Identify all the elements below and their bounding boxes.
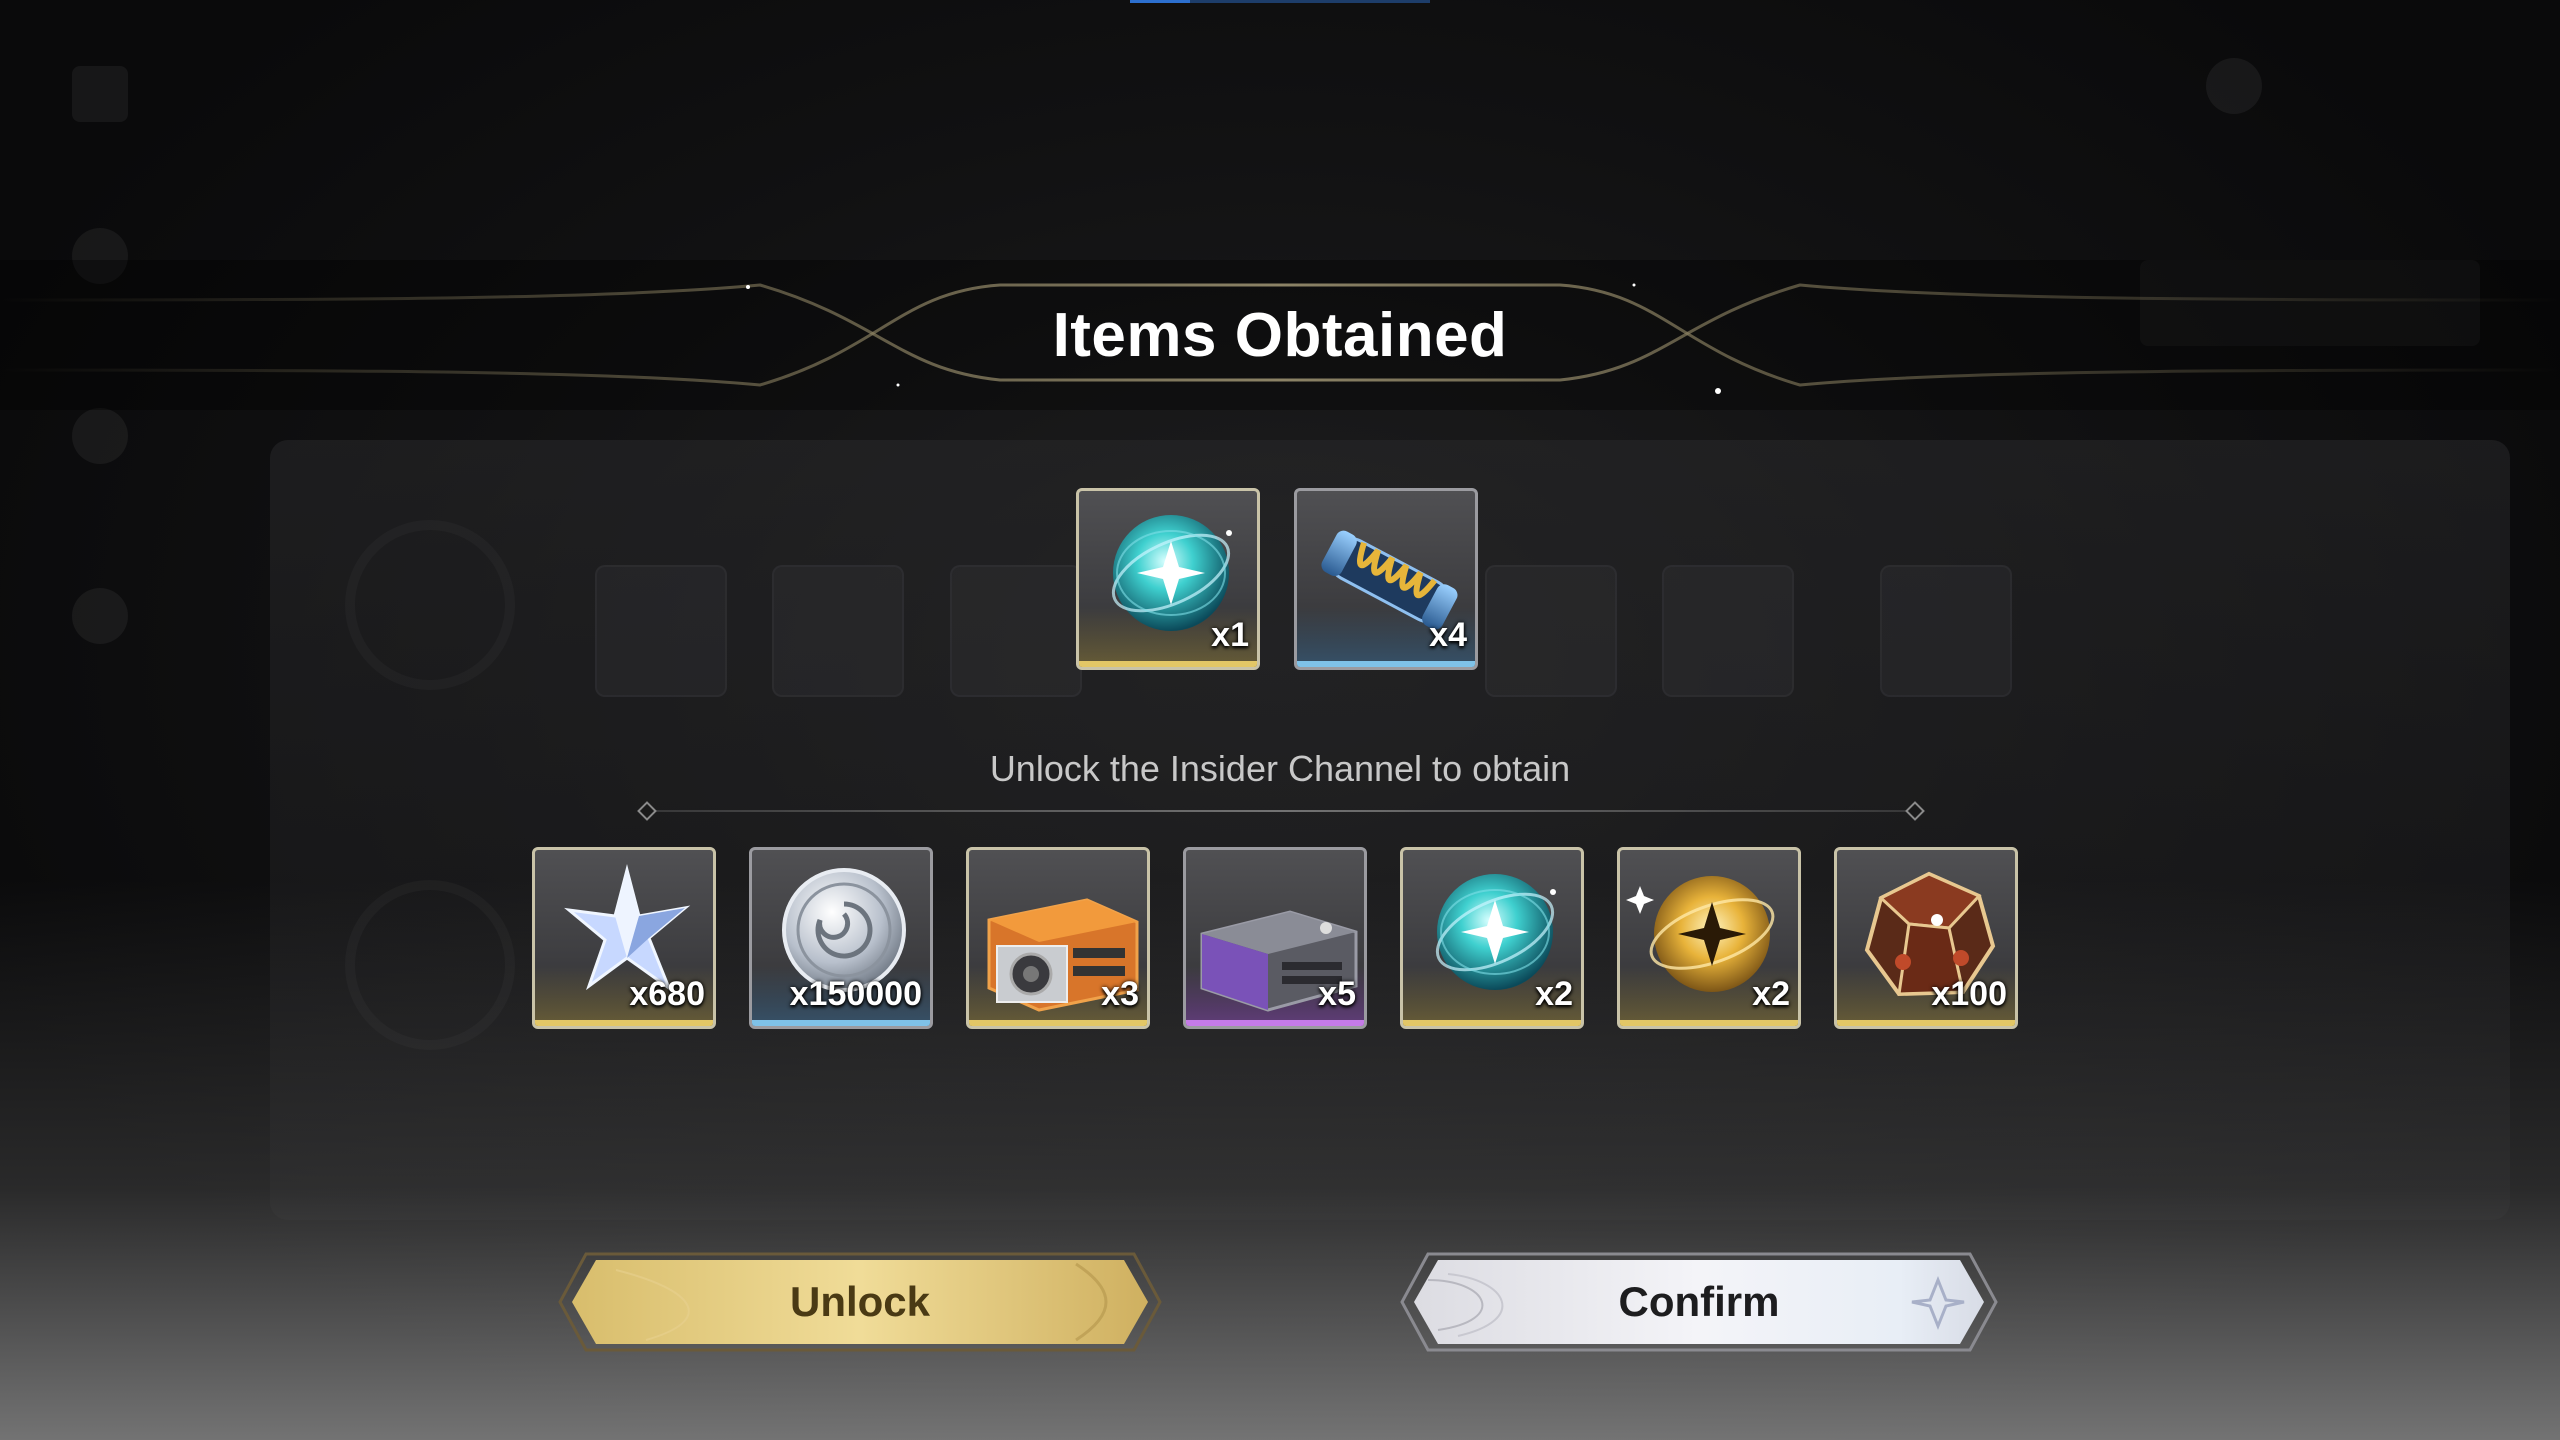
rarity-bar [752,1020,930,1026]
section-divider [645,810,1915,812]
item-quantity: x2 [1535,975,1573,1013]
background-card [1485,565,1617,697]
background-info-icon [2206,58,2262,114]
rarity-bar [969,1020,1147,1026]
background-card [1662,565,1794,697]
item-card[interactable]: x3 [966,847,1150,1029]
locked-items-row: x680 x150000 x3 x5 x2 x2 x100 [532,847,2018,1029]
item-card[interactable]: x150000 [749,847,933,1029]
background-card [595,565,727,697]
item-card[interactable]: x5 [1183,847,1367,1029]
rarity-bar [535,1020,713,1026]
obtained-items-row: x1 x4 [1076,488,1478,670]
background-close-icon [2380,58,2436,114]
item-quantity: x100 [1931,975,2007,1013]
item-card[interactable]: x2 [1400,847,1584,1029]
confirm-button-label: Confirm [1618,1278,1780,1325]
background-card [950,565,1082,697]
background-ring [345,520,515,690]
item-quantity: x1 [1211,616,1249,654]
rarity-bar [1620,1020,1798,1026]
rarity-bar [1403,1020,1581,1026]
rarity-bar [1297,661,1475,667]
item-quantity: x5 [1318,975,1356,1013]
top-progress-line [1130,0,1430,3]
unlock-button-label: Unlock [789,1278,931,1325]
unlock-button[interactable]: Unlock [556,1250,1164,1354]
item-quantity: x680 [629,975,705,1013]
background-pack-icon [72,66,128,122]
background-card [772,565,904,697]
item-card[interactable]: x100 [1834,847,2018,1029]
background-ui [0,0,2560,1440]
background-card [1880,565,2012,697]
background-side-icon [72,588,128,644]
item-card[interactable]: x680 [532,847,716,1029]
item-quantity: x3 [1101,975,1139,1013]
dialog-title: Items Obtained [1052,301,1508,370]
item-card[interactable]: x2 [1617,847,1801,1029]
item-card[interactable]: x4 [1294,488,1478,670]
item-card[interactable]: x1 [1076,488,1260,670]
game-screen: Items Obtained x1 x4 Unlock the Insider … [0,0,2560,1440]
item-quantity: x4 [1429,616,1467,654]
rarity-bar [1079,661,1257,667]
confirm-button[interactable]: Confirm [1398,1250,2000,1354]
insider-channel-hint: Unlock the Insider Channel to obtain [989,748,1571,789]
rarity-bar [1186,1020,1364,1026]
item-quantity: x2 [1752,975,1790,1013]
item-quantity: x150000 [789,975,922,1013]
rarity-bar [1837,1020,2015,1026]
